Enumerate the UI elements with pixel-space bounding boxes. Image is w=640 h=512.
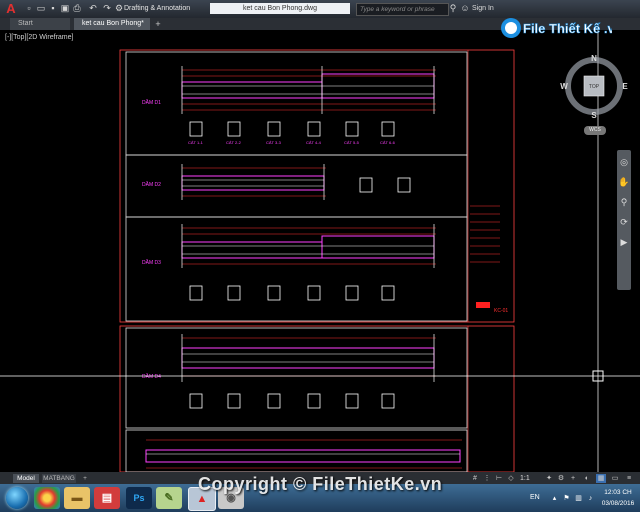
cad-drawing[interactable]: DẦM D1 DẦM D2 DẦM D3 DẦM D4 CẮT 1-1 CẮT …	[0, 30, 640, 472]
annotation-visibility-icon[interactable]: ✦	[544, 474, 554, 483]
cross-sections-2	[359, 177, 411, 193]
flag-icon[interactable]: ⚑	[562, 494, 571, 503]
beam-elevation-3	[181, 224, 436, 268]
title-block-code: KC-01	[494, 308, 508, 314]
workspace-gear-icon[interactable]: ⚙	[114, 3, 124, 14]
notes-block	[470, 205, 500, 263]
beam-title-3: DẦM D3	[142, 259, 161, 266]
compass-north: N	[591, 54, 597, 63]
isolate-icon[interactable]: ◐	[582, 474, 592, 483]
compass-west: W	[560, 82, 568, 91]
panel-beam-5	[125, 429, 468, 472]
beam-elevation-2	[181, 164, 326, 200]
beam-title-2: DẦM D2	[142, 181, 161, 188]
clock-date[interactable]: 03/08/2016	[598, 500, 638, 507]
cross-sections-4	[189, 393, 395, 409]
showmotion-icon[interactable]: ▶	[617, 236, 631, 248]
customize-icon[interactable]: ≡	[624, 474, 634, 483]
start-button[interactable]	[6, 487, 28, 509]
clock-time[interactable]: 12:03 CH	[598, 489, 638, 496]
cut-label: CẮT 2-2	[226, 140, 242, 145]
language-indicator[interactable]: EN	[530, 494, 540, 501]
grid-icon[interactable]: #	[470, 474, 480, 483]
title-block-mark	[476, 302, 490, 308]
beam-elevation-5	[145, 439, 462, 469]
orbit-icon[interactable]: ⟳	[617, 216, 631, 228]
steering-wheel-icon[interactable]: ◎	[617, 156, 631, 168]
search-icon[interactable]: ⚲	[448, 3, 458, 14]
cross-sections-3	[189, 285, 395, 301]
cut-label: CẮT 4-4	[306, 140, 322, 145]
clean-screen-icon[interactable]: ▭	[610, 474, 620, 483]
autocad-logo-icon[interactable]: A	[2, 1, 20, 17]
osnap-icon[interactable]: ◇	[506, 474, 516, 483]
compass-east: E	[622, 82, 628, 91]
photoshop-icon[interactable]: Ps	[126, 487, 152, 509]
snap-icon[interactable]: ⋮	[482, 474, 492, 483]
redo-icon[interactable]: ↷	[102, 3, 112, 14]
compass-south: S	[591, 111, 597, 120]
hardware-acceleration-icon[interactable]: ▦	[596, 474, 606, 483]
tray-arrow-icon[interactable]: ▴	[550, 494, 559, 503]
pan-icon[interactable]: ✋	[617, 176, 631, 188]
tab-current-drawing[interactable]: ket cau Bon Phong*	[74, 18, 150, 30]
cut-label: CẮT 6-6	[380, 140, 396, 145]
panel-beam-3	[125, 216, 468, 322]
document-title: ket cau Bon Phong.dwg	[210, 3, 350, 14]
copyright-watermark: Copyright © FileThietKe.vn	[198, 474, 443, 494]
beam-elevation-4	[181, 334, 436, 382]
sign-in-button[interactable]: Sign In	[472, 3, 512, 15]
filethietke-logo: File Thiết Kế .vn	[501, 18, 612, 38]
open-file-icon[interactable]: ▭	[36, 3, 46, 14]
notes-icon[interactable]: ✎	[156, 487, 182, 509]
viewcube[interactable]: TOP N S E W	[560, 52, 628, 120]
plus-icon[interactable]: +	[568, 474, 578, 483]
undo-icon[interactable]: ↶	[88, 3, 98, 14]
cut-label: CẮT 5-5	[344, 140, 360, 145]
chrome-icon[interactable]	[34, 487, 60, 509]
tab-matbang[interactable]: MATBANG	[42, 474, 76, 483]
file-explorer-icon[interactable]: ▬	[64, 487, 90, 509]
cut-label: CẮT 1-1	[188, 140, 204, 145]
tab-model[interactable]: Model	[13, 474, 39, 483]
new-file-icon[interactable]: ▫	[24, 3, 34, 14]
tab-start[interactable]: Start	[10, 18, 70, 30]
user-icon[interactable]: ☺	[460, 3, 470, 14]
cross-sections-1	[189, 121, 395, 137]
panel-beam-1	[125, 51, 468, 156]
save-as-icon[interactable]: ▣	[60, 3, 70, 14]
beam-title-4: DẦM D4	[142, 373, 161, 380]
viewcube-face: TOP	[589, 84, 600, 90]
new-layout-button[interactable]: +	[80, 474, 90, 483]
save-icon[interactable]: ▪	[48, 3, 58, 14]
ortho-icon[interactable]: ⊢	[494, 474, 504, 483]
new-tab-button[interactable]: +	[153, 19, 163, 29]
workspace-switch-icon[interactable]: ⚙	[556, 474, 566, 483]
cut-label: CẮT 3-3	[266, 140, 282, 145]
logo-text: File Thiết Kế .vn	[523, 21, 612, 36]
network-icon[interactable]: ▥	[574, 494, 583, 503]
wcs-menu[interactable]: WCS	[584, 126, 606, 135]
volume-icon[interactable]: ♪	[586, 494, 595, 503]
annotation-scale[interactable]: 1:1	[520, 474, 530, 483]
app-icon[interactable]: ▤	[94, 487, 120, 509]
zoom-icon[interactable]: ⚲	[617, 196, 631, 208]
workspace-dropdown[interactable]: Drafting & Annotation	[124, 3, 210, 15]
beam-elevation-1	[181, 66, 436, 114]
search-input[interactable]: Type a keyword or phrase	[356, 3, 449, 16]
panel-beam-4	[125, 327, 468, 429]
beam-title-1: DẦM D1	[142, 99, 161, 106]
plot-icon[interactable]: ⎙	[72, 3, 82, 14]
